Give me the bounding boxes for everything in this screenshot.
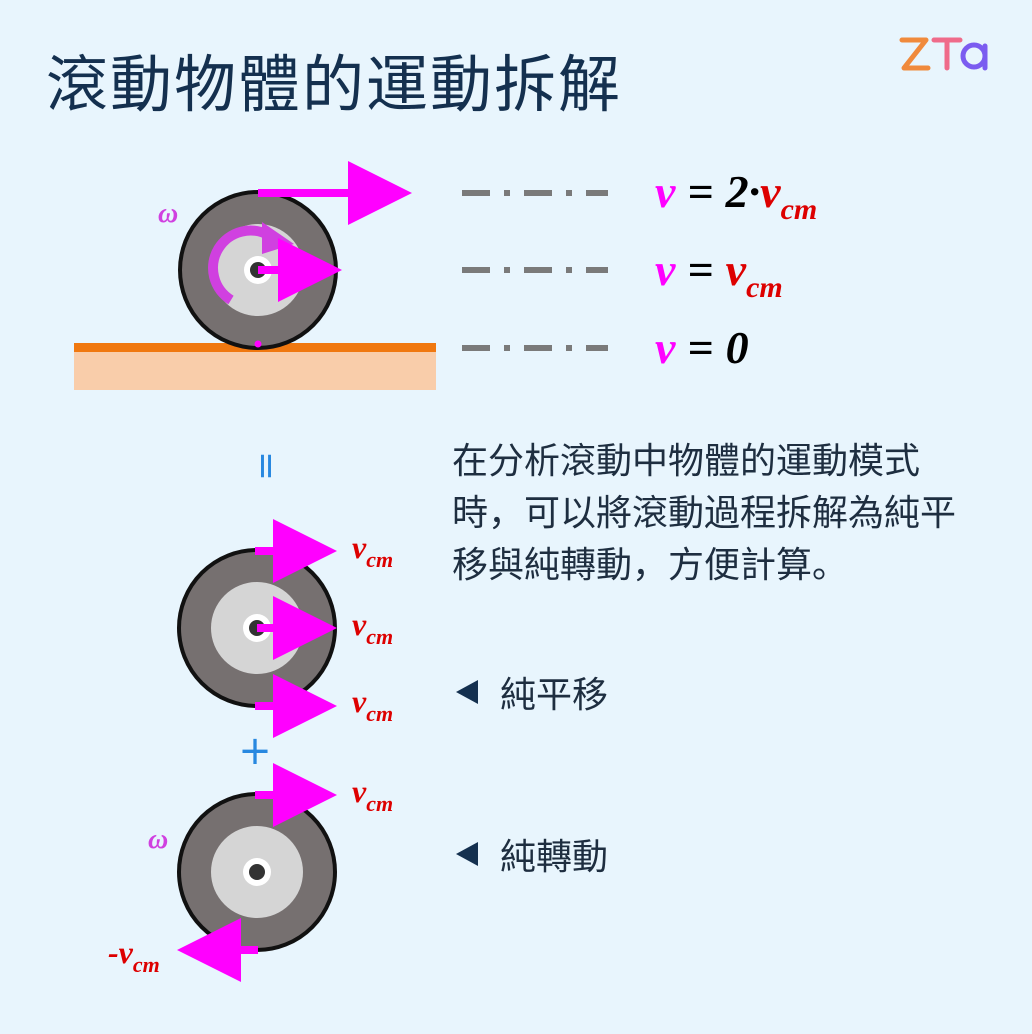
left-triangle-icon bbox=[456, 680, 478, 704]
ground-fill bbox=[74, 350, 436, 390]
vcm-label-rot-top: vcm bbox=[352, 773, 393, 816]
plus-sign: + bbox=[238, 728, 272, 774]
legend-translation-label: 純平移 bbox=[500, 675, 609, 716]
description-text: 在分析滾動中物體的運動模式時，可以將滾動過程拆解為純平移與純轉動，方便計算。 bbox=[452, 441, 957, 586]
legend-rotation: 純轉動 bbox=[456, 828, 608, 880]
guide-lines bbox=[462, 190, 608, 351]
formula-middle: v = vcm bbox=[655, 244, 783, 304]
equals-sign: = bbox=[246, 451, 287, 481]
formula-bottom: v = 0 bbox=[655, 322, 749, 373]
vcm-label-rot-bottom: -vcm bbox=[108, 934, 160, 977]
omega-label-top: ω bbox=[158, 198, 178, 229]
legend-rotation-label: 純轉動 bbox=[500, 837, 609, 878]
rotation-wheel bbox=[177, 792, 337, 952]
vcm-label-trans-top: vcm bbox=[352, 529, 393, 572]
vcm-label-trans-center: vcm bbox=[352, 606, 393, 649]
formula-top: v = 2·vcm bbox=[655, 166, 817, 226]
left-triangle-icon bbox=[456, 842, 478, 866]
vcm-label-trans-bottom: vcm bbox=[352, 683, 393, 726]
legend-translation: 純平移 bbox=[456, 666, 608, 718]
omega-label-rot: ω bbox=[148, 824, 168, 855]
